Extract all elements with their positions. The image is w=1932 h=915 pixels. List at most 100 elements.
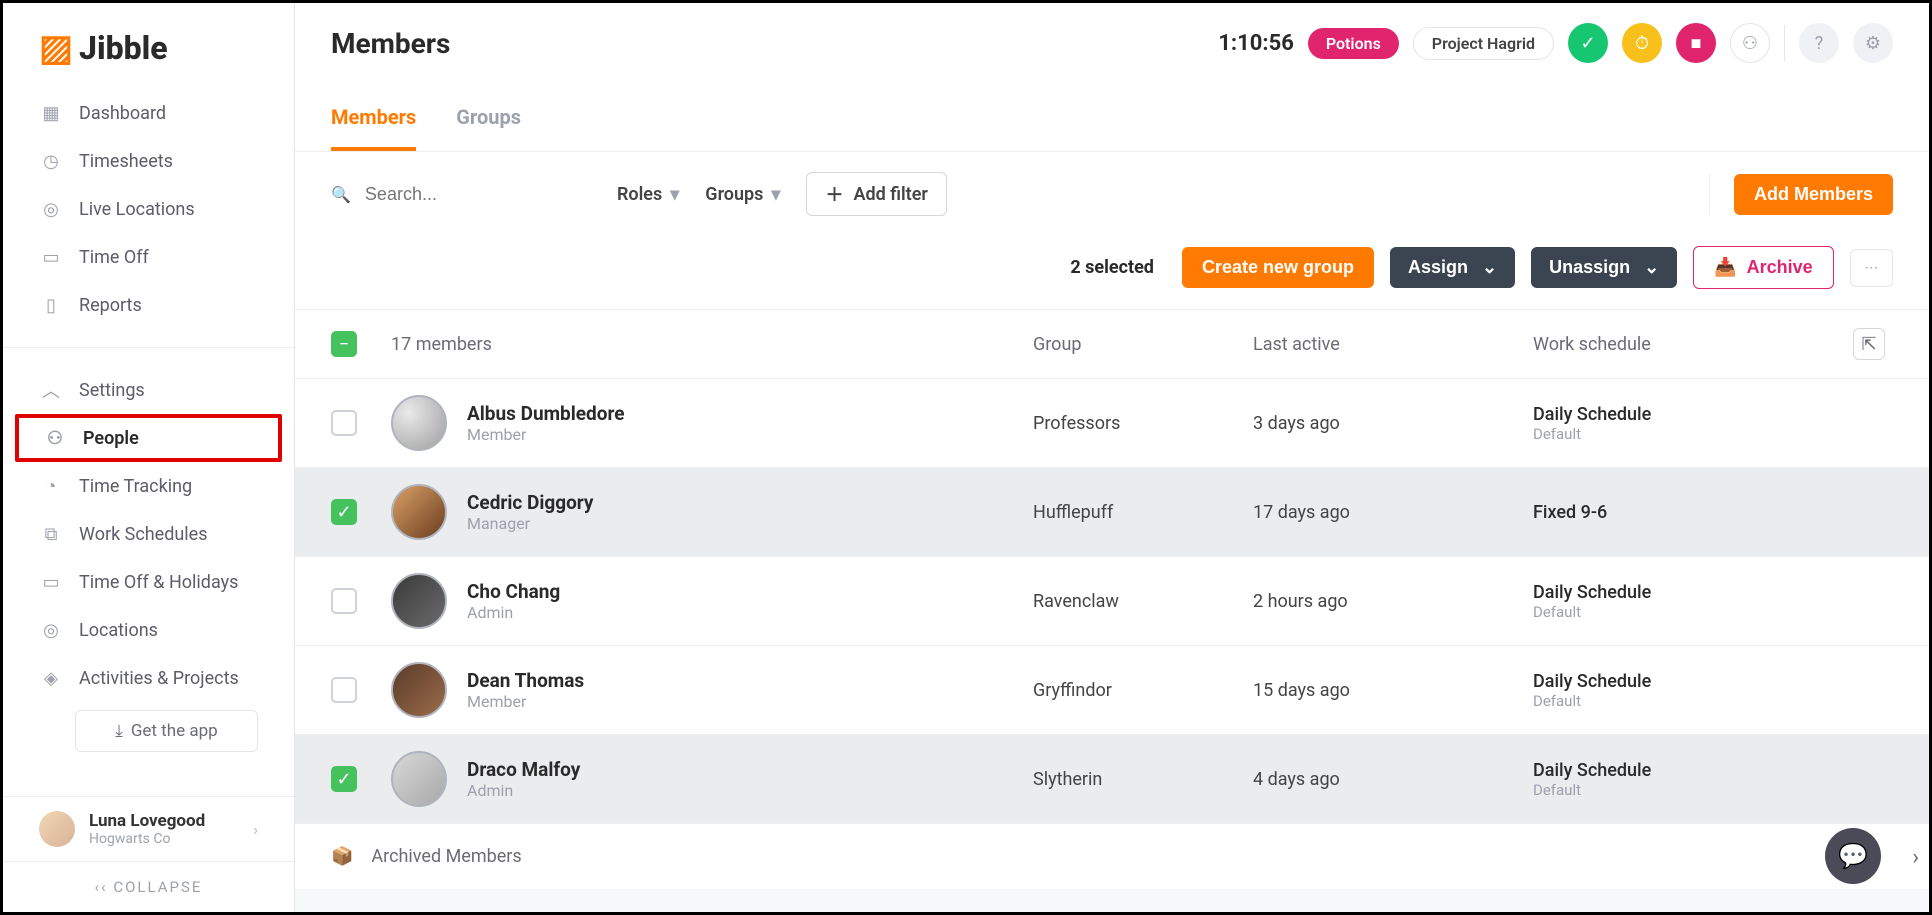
row-checkbox[interactable] [331, 410, 357, 436]
active-activity-pill[interactable]: Potions [1308, 28, 1399, 59]
scroll-indicator-icon: › [1912, 845, 1919, 870]
assign-button[interactable]: Assign ⌄ [1390, 247, 1515, 288]
column-last-active[interactable]: Last active [1253, 334, 1533, 355]
settings-icon[interactable]: ⚙ [1853, 23, 1893, 63]
help-icon[interactable]: ? [1799, 23, 1839, 63]
collapse-label: COLLAPSE [113, 878, 202, 896]
nav-locations[interactable]: ◎ Locations [3, 606, 294, 654]
schedule-default: Default [1533, 425, 1853, 443]
member-name: Dean Thomas [467, 669, 584, 692]
stop-icon[interactable]: ■ [1676, 23, 1716, 63]
table-row[interactable]: Dean Thomas Member Gryffindor 15 days ag… [295, 646, 1929, 735]
add-filter-button[interactable]: ＋ Add filter [806, 172, 946, 216]
schedule-name: Daily Schedule [1533, 671, 1853, 692]
table-row[interactable]: Cho Chang Admin Ravenclaw 2 hours ago Da… [295, 557, 1929, 646]
archive-button[interactable]: 📥 Archive [1693, 246, 1833, 289]
nav-label: People [83, 428, 139, 449]
user-action-icon[interactable]: ⚇ [1730, 23, 1770, 63]
row-checkbox[interactable]: ✓ [331, 766, 357, 792]
nav-activities-projects[interactable]: ◈ Activities & Projects [3, 654, 294, 702]
member-last-active: 4 days ago [1253, 769, 1533, 790]
table-row[interactable]: ✓ Cedric Diggory Manager Hufflepuff 17 d… [295, 468, 1929, 557]
holiday-icon: ▭ [39, 570, 63, 594]
schedule-name: Daily Schedule [1533, 582, 1853, 603]
clock-in-icon[interactable]: ✓ [1568, 23, 1608, 63]
column-work-schedule[interactable]: Work schedule [1533, 334, 1853, 355]
nav-people[interactable]: ⚇ People [15, 414, 282, 462]
tab-members[interactable]: Members [331, 83, 416, 151]
archive-icon: 📥 [1714, 257, 1736, 278]
avatar [39, 811, 75, 847]
break-icon[interactable]: ⏱ [1622, 23, 1662, 63]
nav-label: Time Tracking [79, 476, 192, 497]
briefcase-icon: ▭ [39, 245, 63, 269]
member-group: Hufflepuff [1033, 502, 1253, 523]
table-row[interactable]: Albus Dumbledore Member Professors 3 day… [295, 379, 1929, 468]
nav-reports[interactable]: ▯ Reports [3, 281, 294, 329]
member-group: Gryffindor [1033, 680, 1253, 701]
search-input[interactable] [365, 184, 591, 205]
sidebar: ▨Jibble ▦ Dashboard ◷ Timesheets ◎ Live … [3, 3, 295, 912]
unassign-button[interactable]: Unassign ⌄ [1531, 247, 1677, 288]
get-app-label: Get the app [131, 721, 218, 741]
tab-groups[interactable]: Groups [456, 83, 521, 151]
member-name: Albus Dumbledore [467, 402, 625, 425]
export-icon[interactable]: ⇱ [1853, 328, 1885, 360]
nav-time-tracking[interactable]: ◔ Time Tracking [3, 462, 294, 510]
select-all-checkbox[interactable]: − [331, 331, 357, 357]
groups-filter[interactable]: Groups ▾ [705, 184, 780, 205]
add-members-button[interactable]: Add Members [1734, 174, 1893, 215]
logo-icon: ▨ [39, 27, 73, 69]
chat-icon: 💬 [1838, 842, 1868, 870]
chevron-right-icon: › [253, 820, 258, 839]
column-group[interactable]: Group [1033, 334, 1253, 355]
schedule-name: Daily Schedule [1533, 760, 1853, 781]
schedule-icon: ⧉ [39, 522, 63, 546]
chat-fab[interactable]: 💬 [1825, 828, 1881, 884]
nav-live-locations[interactable]: ◎ Live Locations [3, 185, 294, 233]
roles-filter[interactable]: Roles ▾ [617, 184, 679, 205]
user-org: Hogwarts Co [89, 831, 205, 847]
archived-members-row[interactable]: 📦 Archived Members [295, 824, 1929, 889]
create-new-group-button[interactable]: Create new group [1182, 247, 1374, 288]
nav-settings[interactable]: ︿ Settings [3, 366, 294, 414]
table-row[interactable]: ✓ Draco Malfoy Admin Slytherin 4 days ag… [295, 735, 1929, 824]
archived-label: Archived Members [371, 846, 521, 867]
nav-label: Locations [79, 620, 158, 641]
assign-label: Assign [1408, 257, 1468, 278]
avatar [391, 751, 447, 807]
nav-time-off-holidays[interactable]: ▭ Time Off & Holidays [3, 558, 294, 606]
clock-icon: ◷ [39, 149, 63, 173]
location-icon: ◎ [39, 618, 63, 642]
add-filter-label: Add filter [853, 184, 927, 205]
row-checkbox[interactable] [331, 677, 357, 703]
more-actions-button[interactable]: ⋯ [1850, 249, 1893, 287]
nav-work-schedules[interactable]: ⧉ Work Schedules [3, 510, 294, 558]
row-checkbox[interactable]: ✓ [331, 499, 357, 525]
selection-bar: 2 selected Create new group Assign ⌄ Una… [295, 236, 1929, 310]
row-checkbox[interactable] [331, 588, 357, 614]
nav-timesheets[interactable]: ◷ Timesheets [3, 137, 294, 185]
groups-label: Groups [705, 184, 763, 205]
main-content: Members 1:10:56 Potions Project Hagrid ✓… [295, 3, 1929, 912]
chevron-left-icon: ‹‹ [95, 878, 114, 896]
nav-label: Live Locations [79, 199, 195, 220]
collapse-sidebar-button[interactable]: ‹‹ COLLAPSE [3, 861, 294, 912]
current-user[interactable]: Luna Lovegood Hogwarts Co › [3, 797, 294, 861]
brand-name: Jibble [79, 29, 168, 67]
nav-time-off[interactable]: ▭ Time Off [3, 233, 294, 281]
chevron-down-icon: ▾ [771, 184, 780, 205]
member-role: Manager [467, 514, 594, 533]
member-role: Admin [467, 781, 580, 800]
member-role: Admin [467, 603, 560, 622]
nav-label: Time Off & Holidays [79, 572, 238, 593]
nav-dashboard[interactable]: ▦ Dashboard [3, 89, 294, 137]
selected-count: 2 selected [1070, 257, 1154, 278]
logo[interactable]: ▨Jibble [3, 3, 294, 85]
topbar: Members 1:10:56 Potions Project Hagrid ✓… [295, 3, 1929, 83]
project-pill[interactable]: Project Hagrid [1413, 27, 1554, 60]
avatar [391, 662, 447, 718]
get-the-app-button[interactable]: ⤓ Get the app [75, 710, 258, 752]
schedule-default: Default [1533, 781, 1853, 799]
member-last-active: 3 days ago [1253, 413, 1533, 434]
